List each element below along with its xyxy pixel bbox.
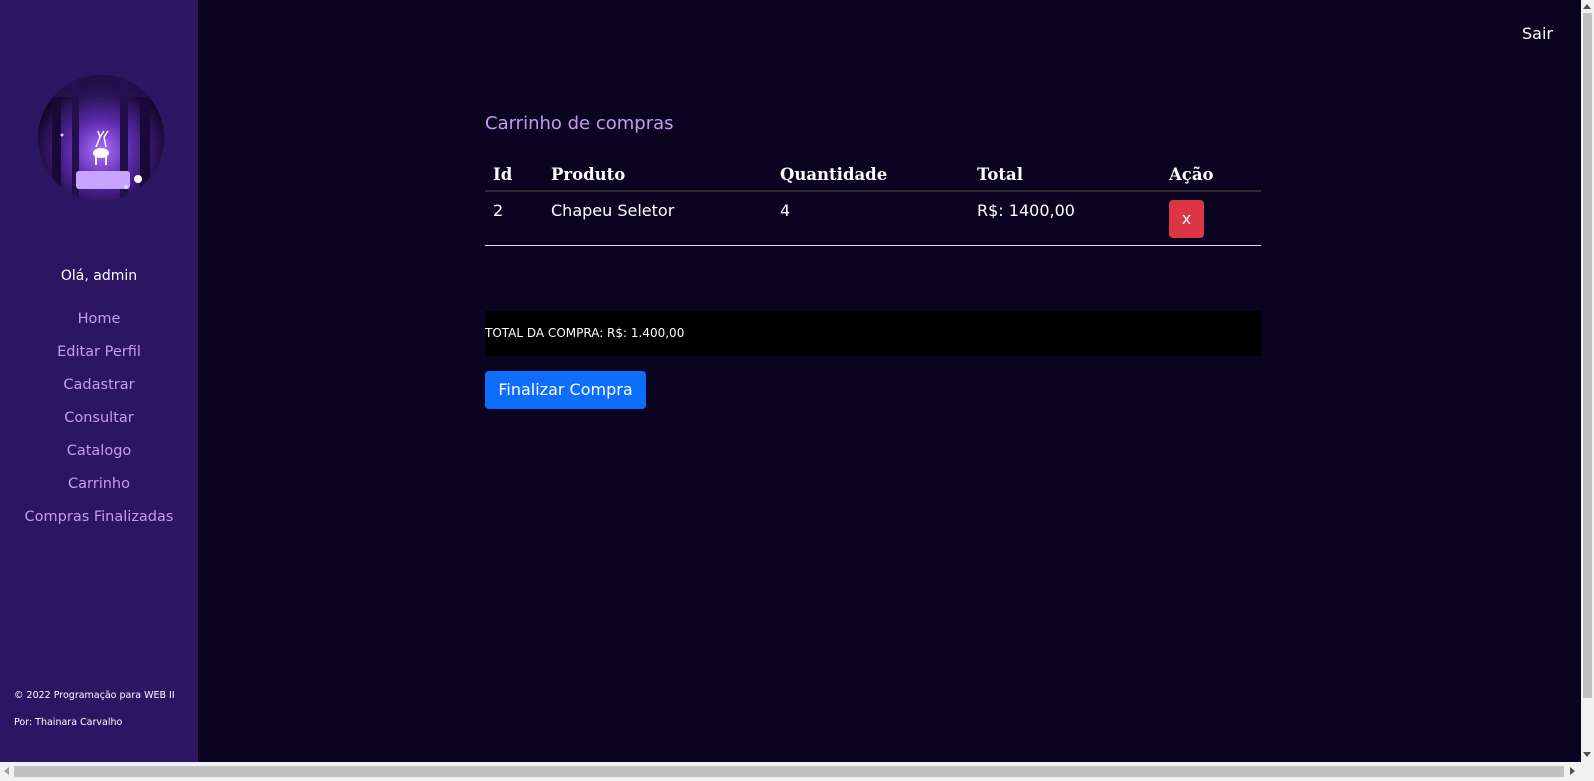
author-text: Por: Thainara Carvalho [14,717,123,728]
cell-total: R$: 1400,00 [969,191,1161,246]
sidebar: Olá, admin Home Editar Perfil Cadastrar … [0,0,198,762]
column-header-total: Total [969,156,1161,192]
scroll-up-arrow-icon[interactable] [1583,4,1591,9]
sidebar-item-consultar[interactable]: Consultar [0,406,198,439]
page: Olá, admin Home Editar Perfil Cadastrar … [0,0,1594,781]
table-row: 2 Chapeu Seletor 4 R$: 1400,00 x [485,191,1261,246]
cell-id: 2 [485,191,543,246]
page-title: Carrinho de compras [485,113,674,134]
cart-table: Id Produto Quantidade Total Ação 2 Chape… [485,156,1261,246]
remove-item-button[interactable]: x [1169,200,1204,238]
sidebar-item-compras-finalizadas[interactable]: Compras Finalizadas [0,505,198,538]
enchanted-forest-deer-image [38,75,164,201]
column-header-quantidade: Quantidade [772,156,969,192]
column-header-id: Id [485,156,543,192]
scroll-right-arrow-icon[interactable] [1570,767,1575,775]
sidebar-item-carrinho[interactable]: Carrinho [0,472,198,505]
horizontal-scrollbar[interactable] [0,762,1594,781]
copyright-text: © 2022 Programação para WEB II [14,690,175,701]
grand-total-bar: TOTAL DA COMPRA: R$: 1.400,00 [485,311,1261,356]
sidebar-item-editar-perfil[interactable]: Editar Perfil [0,340,198,373]
cell-product: Chapeu Seletor [543,191,772,246]
cell-action: x [1161,191,1261,246]
cell-quantity: 4 [772,191,969,246]
scroll-left-arrow-icon[interactable] [4,767,9,775]
table-header-row: Id Produto Quantidade Total Ação [485,156,1261,192]
greeting-text: Olá, admin [60,268,138,284]
checkout-button[interactable]: Finalizar Compra [485,371,646,409]
sidebar-item-catalogo[interactable]: Catalogo [0,439,198,472]
vertical-scrollbar[interactable] [1581,0,1594,762]
column-header-produto: Produto [543,156,772,192]
horizontal-scrollbar-thumb[interactable] [14,766,1564,777]
avatar [38,75,164,201]
sidebar-item-home[interactable]: Home [0,307,198,340]
scroll-down-arrow-icon[interactable] [1583,752,1591,757]
vertical-scrollbar-thumb[interactable] [1583,13,1592,698]
logout-link[interactable]: Sair [1522,24,1553,43]
sidebar-item-cadastrar[interactable]: Cadastrar [0,373,198,406]
column-header-acao: Ação [1161,156,1261,192]
sidebar-nav: Home Editar Perfil Cadastrar Consultar C… [0,307,198,538]
